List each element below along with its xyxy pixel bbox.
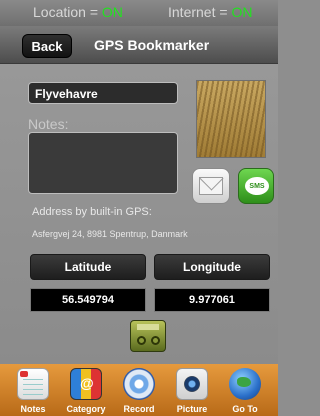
email-button[interactable] [192, 168, 230, 204]
notes-icon [17, 368, 49, 400]
category-at-glyph: @ [80, 375, 94, 391]
sms-icon: SMS [245, 177, 269, 195]
toolbar-picture-button[interactable]: Picture [168, 364, 216, 416]
toolbar-notes-label: Notes [20, 404, 46, 414]
globe-icon [229, 368, 261, 400]
toolbar-category-label: Category [66, 404, 106, 414]
internet-on-indicator: ON [231, 4, 253, 20]
notes-label: Notes: [28, 116, 69, 132]
toolbar-record-label: Record [123, 404, 155, 414]
longitude-value: 9.977061 [154, 288, 270, 312]
toolbar-picture-label: Picture [176, 404, 208, 414]
longitude-header: Longitude [154, 254, 270, 280]
internet-status: Internet = ON [168, 4, 252, 20]
category-icon: @ [70, 368, 102, 400]
cassette-label [137, 324, 159, 330]
toolbar-goto-button[interactable]: Go To [221, 364, 269, 416]
bottom-toolbar: Notes @ Category Record Picture Go To [0, 364, 278, 416]
location-status: Location = ON [33, 4, 123, 20]
sms-button[interactable]: SMS [238, 168, 274, 204]
cassette-reel-right-icon [151, 336, 160, 345]
address-value: Asfergvej 24, 8981 Spentrup, Danmark [32, 229, 188, 239]
location-on-indicator: ON [101, 4, 123, 20]
navigation-bar: Back GPS Bookmarker [0, 26, 278, 64]
page-title: GPS Bookmarker [94, 37, 210, 53]
bookmark-name-field[interactable]: Flyvehavre [28, 82, 178, 104]
status-bar: Location = ON Internet = ON [0, 0, 278, 26]
latitude-header: Latitude [30, 254, 146, 280]
notes-textarea[interactable] [28, 132, 178, 194]
toolbar-goto-label: Go To [232, 404, 258, 414]
location-label: Location = [33, 4, 98, 20]
toolbar-category-button[interactable]: @ Category [62, 364, 110, 416]
cassette-reel-left-icon [137, 336, 146, 345]
internet-label: Internet = [168, 4, 228, 20]
toolbar-notes-button[interactable]: Notes [9, 364, 57, 416]
toolbar-record-button[interactable]: Record [115, 364, 163, 416]
bookmark-photo[interactable] [196, 80, 266, 158]
picture-icon [176, 368, 208, 400]
voice-memo-button[interactable] [130, 320, 166, 352]
back-button[interactable]: Back [22, 34, 72, 58]
latitude-value: 56.549794 [30, 288, 146, 312]
address-label: Address by built-in GPS: [32, 206, 152, 218]
envelope-icon [199, 177, 223, 195]
record-icon [123, 368, 155, 400]
